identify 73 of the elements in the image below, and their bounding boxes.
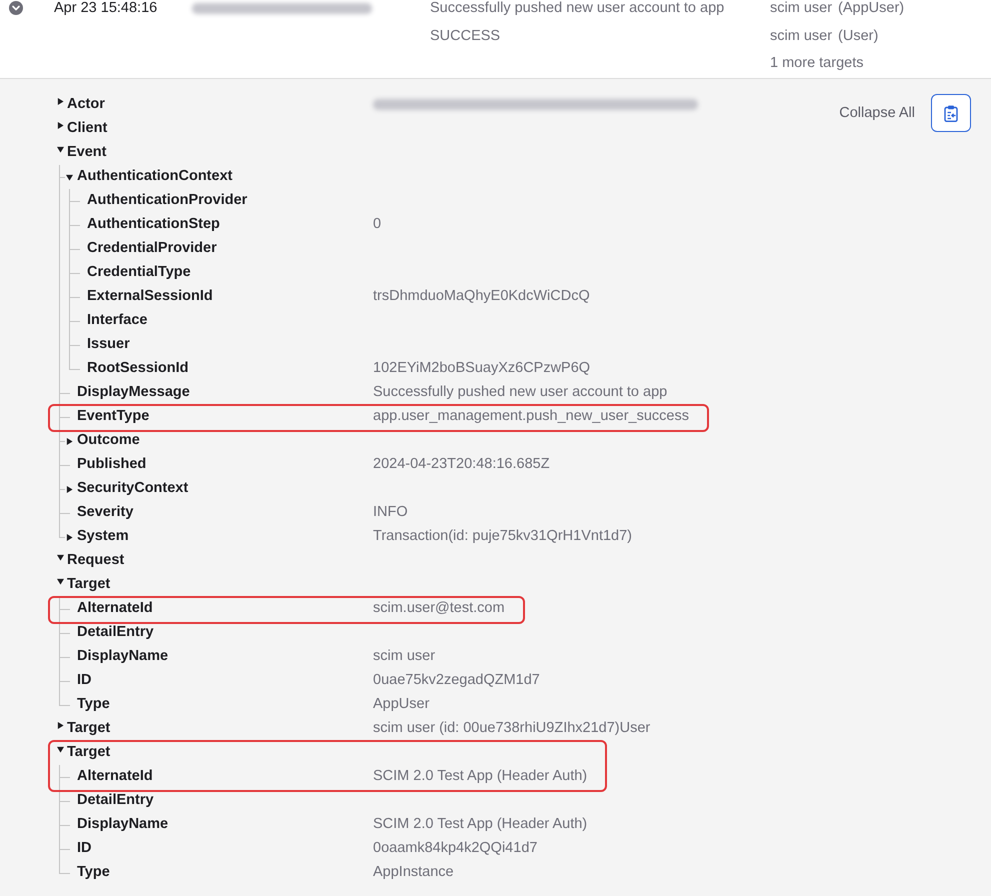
node-label[interactable]: Request: [67, 550, 124, 572]
caret-down-icon[interactable]: [57, 578, 64, 585]
node-label[interactable]: SecurityContext: [77, 478, 188, 500]
node-value: trsDhmduoMaQhyE0KdcWiCDcQ: [373, 288, 590, 304]
caret-down-icon[interactable]: [66, 174, 73, 180]
node-value: Transaction(id: puje75kv31QrH1Vnt1d7): [373, 528, 632, 544]
node-label: Interface: [87, 311, 148, 330]
event-outcome: SUCCESS: [430, 28, 500, 44]
node-value: AppInstance: [373, 864, 454, 880]
node-value: SCIM 2.0 Test App (Header Auth): [373, 816, 588, 832]
node-label: Published: [77, 455, 146, 474]
caret-right-icon[interactable]: [57, 122, 64, 129]
caret-down-icon[interactable]: [57, 146, 64, 153]
node-value: SCIM 2.0 Test App (Header Auth): [373, 768, 588, 784]
node-label: DisplayMessage: [77, 383, 190, 402]
chevron-down-icon[interactable]: [9, 1, 23, 15]
node-value: 0uae75kv2zegadQZM1d7: [373, 672, 540, 688]
node-value: scim user: [373, 648, 436, 664]
node-label: DetailEntry: [77, 623, 154, 642]
node-value: app.user_management.push_new_user_success: [373, 408, 689, 424]
target-type: (User): [838, 28, 878, 44]
caret-right-icon[interactable]: [66, 438, 73, 444]
node-value: scim.user@test.com: [373, 600, 505, 616]
target-name: scim user: [770, 28, 832, 44]
node-label: AlternateId: [77, 599, 153, 618]
node-value: 0: [373, 216, 382, 232]
event-time: Apr 23 15:48:16: [54, 0, 158, 17]
node-label: EventType: [77, 407, 150, 426]
event-message: Successfully pushed new user account to app: [430, 0, 724, 17]
node-value: INFO: [373, 504, 408, 520]
node-value: 2024-04-23T20:48:16.685Z: [373, 456, 550, 472]
caret-right-icon[interactable]: [66, 486, 73, 492]
node-label[interactable]: Actor: [67, 94, 105, 116]
node-label[interactable]: Target: [67, 574, 110, 596]
node-label: Type: [77, 695, 110, 714]
node-value: Successfully pushed new user account to app: [373, 384, 668, 400]
node-label[interactable]: AuthenticationContext: [77, 166, 232, 188]
node-label: AuthenticationStep: [87, 215, 220, 234]
node-label[interactable]: Outcome: [77, 430, 140, 452]
node-label: DisplayName: [77, 647, 168, 666]
node-label: Severity: [77, 503, 134, 522]
node-value: scim user (id: 00ue738rhiU9ZIhx21d7)User: [373, 720, 650, 736]
caret-right-icon[interactable]: [66, 534, 73, 540]
node-label: Issuer: [87, 335, 130, 354]
clipboard-icon: [944, 104, 958, 122]
node-label: AlternateId: [77, 767, 153, 786]
node-label: ID: [77, 671, 92, 690]
target-name: scim user: [770, 0, 832, 16]
node-label[interactable]: Event: [67, 142, 106, 164]
node-label: CredentialType: [87, 263, 191, 282]
node-label[interactable]: Client: [67, 118, 108, 140]
collapse-all-button[interactable]: Collapse All: [839, 94, 915, 132]
node-label[interactable]: System: [77, 526, 129, 548]
node-label: DisplayName: [77, 815, 168, 834]
node-label[interactable]: Target: [67, 742, 110, 764]
caret-right-icon[interactable]: [57, 98, 64, 105]
node-label: ID: [77, 839, 92, 858]
node-label: AuthenticationProvider: [87, 191, 248, 210]
node-label: DetailEntry: [77, 791, 154, 810]
node-value: 102EYiM2boBSuayXz6CPzwP6Q: [373, 360, 590, 376]
caret-down-icon[interactable]: [57, 746, 64, 753]
node-value: AppUser: [373, 696, 430, 712]
node-label[interactable]: Target: [67, 718, 110, 740]
caret-down-icon[interactable]: [57, 554, 64, 561]
node-label: Type: [77, 863, 110, 882]
node-label: ExternalSessionId: [87, 287, 213, 306]
caret-right-icon[interactable]: [57, 722, 64, 729]
more-targets-text: 1 more targets: [770, 55, 864, 72]
node-label: CredentialProvider: [87, 239, 217, 258]
clipboard-button[interactable]: [931, 94, 971, 132]
node-label: RootSessionId: [87, 359, 189, 378]
target-type: (AppUser): [838, 0, 904, 16]
node-value: 0oaamk84kp4k2QQi41d7: [373, 840, 538, 856]
